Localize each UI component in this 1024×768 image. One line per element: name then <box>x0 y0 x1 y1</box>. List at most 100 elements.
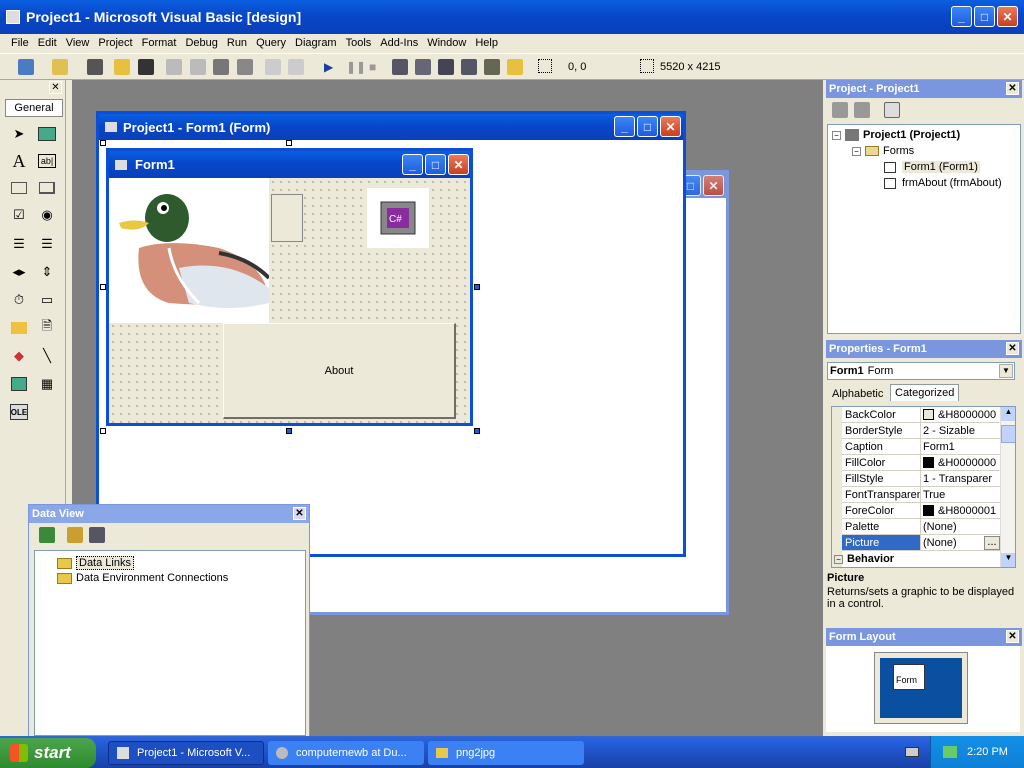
property-row[interactable]: Picture (None)... <box>842 535 1000 551</box>
menu-diagram[interactable]: Diagram <box>295 37 337 49</box>
shape-icon[interactable]: ◆ <box>8 345 30 367</box>
timer-icon[interactable]: ⏱ <box>8 289 30 311</box>
tree-item-form1[interactable]: Form1 (Form1) <box>884 161 980 173</box>
duck-image[interactable] <box>109 178 271 323</box>
property-row[interactable]: FillColor &H0000000 <box>842 455 1000 471</box>
add-form-icon[interactable] <box>52 59 68 75</box>
about-button[interactable]: About <box>223 323 456 419</box>
selection-handle[interactable] <box>100 284 106 290</box>
stop-icon[interactable]: ■ <box>369 60 376 74</box>
data-view-close-button[interactable]: ✕ <box>293 507 306 520</box>
ole-icon[interactable]: OLE <box>10 404 28 420</box>
tab-alphabetic[interactable]: Alphabetic <box>832 388 883 400</box>
project-explorer-icon[interactable] <box>392 59 408 75</box>
checkbox-icon[interactable]: ☑ <box>8 204 30 226</box>
selection-handle[interactable] <box>100 140 106 146</box>
toolbox-close-button[interactable]: ✕ <box>49 81 62 94</box>
property-row[interactable]: Palette (None) <box>842 519 1000 535</box>
form1-maximize-button[interactable]: □ <box>425 154 446 175</box>
find-icon[interactable] <box>237 59 253 75</box>
selection-handle[interactable] <box>474 428 480 434</box>
property-value[interactable]: (None)... <box>921 535 1000 550</box>
menu-tools[interactable]: Tools <box>346 37 372 49</box>
csharp-icon-image[interactable]: C# <box>367 188 429 248</box>
property-scrollbar[interactable]: ▲ ▼ <box>1000 407 1015 567</box>
refresh-icon[interactable] <box>39 527 55 543</box>
property-value[interactable]: (None) <box>921 519 1000 534</box>
start-button[interactable]: start <box>0 738 96 768</box>
tree-item-data-links[interactable]: Data Links <box>57 556 134 570</box>
menu-run[interactable]: Run <box>227 37 247 49</box>
copy-icon[interactable] <box>190 59 206 75</box>
label-icon[interactable]: A <box>8 150 30 172</box>
frmabout-close-button[interactable]: ✕ <box>703 175 724 196</box>
properties-window-icon[interactable] <box>415 59 431 75</box>
menu-window[interactable]: Window <box>427 37 466 49</box>
scroll-thumb[interactable] <box>1001 425 1015 443</box>
data-control-icon[interactable]: ▦ <box>36 373 58 395</box>
form1-client-area[interactable]: C# About <box>109 178 470 423</box>
property-row[interactable]: BackColor &H8000000 <box>842 407 1000 423</box>
menu-format[interactable]: Format <box>142 37 177 49</box>
add-data-link-icon[interactable] <box>67 527 83 543</box>
property-row[interactable]: ForeColor &H8000001 <box>842 503 1000 519</box>
property-value[interactable]: 2 - Sizable <box>921 423 1000 438</box>
drivelistbox-icon[interactable]: ▭ <box>36 289 58 311</box>
paste-icon[interactable] <box>213 59 229 75</box>
designer-minimize-button[interactable]: _ <box>614 116 635 137</box>
designer-close-button[interactable]: ✕ <box>660 116 681 137</box>
image-icon[interactable] <box>8 373 30 395</box>
view-code-icon[interactable] <box>832 102 848 118</box>
maximize-button[interactable]: □ <box>974 6 995 27</box>
property-value[interactable]: &H8000000 <box>921 407 1000 422</box>
view-object-icon[interactable] <box>854 102 870 118</box>
hscrollbar-icon[interactable]: ◂▸ <box>8 261 30 283</box>
picturebox-icon[interactable] <box>36 123 58 145</box>
taskbar-button-vb[interactable]: Project1 - Microsoft V... <box>108 741 264 765</box>
commandbutton-icon[interactable] <box>36 177 58 199</box>
property-row[interactable]: FontTransparen True <box>842 487 1000 503</box>
menu-project[interactable]: Project <box>98 37 132 49</box>
form1-minimize-button[interactable]: _ <box>402 154 423 175</box>
object-selector[interactable]: Form1 Form ▼ <box>827 362 1015 380</box>
vscrollbar-icon[interactable]: ⇕ <box>36 261 58 283</box>
add-project-icon[interactable] <box>18 59 34 75</box>
keyboard-icon[interactable] <box>905 747 919 757</box>
pointer-icon[interactable]: ➤ <box>8 123 30 145</box>
form-layout-close-button[interactable]: ✕ <box>1006 630 1019 643</box>
ellipsis-button[interactable]: ... <box>984 535 1000 550</box>
property-value[interactable]: 1 - Transparer <box>921 471 1000 486</box>
property-value[interactable]: Form1 <box>921 439 1000 454</box>
dirlistbox-icon[interactable] <box>8 317 30 339</box>
scroll-up-icon[interactable]: ▲ <box>1001 407 1015 421</box>
form1[interactable]: Form1 _ □ ✕ C# About <box>106 148 473 426</box>
selection-handle[interactable] <box>100 428 106 434</box>
taskbar-button-png2jpg[interactable]: png2jpg <box>428 741 584 765</box>
close-button[interactable]: ✕ <box>997 6 1018 27</box>
tree-item-data-environment-connections[interactable]: Data Environment Connections <box>57 572 228 584</box>
menu-file[interactable]: File <box>11 37 29 49</box>
selection-handle[interactable] <box>474 284 480 290</box>
menu-editor-icon[interactable] <box>87 59 103 75</box>
combobox-icon[interactable]: ☰ <box>8 233 30 255</box>
property-row[interactable]: Caption Form1 <box>842 439 1000 455</box>
property-value[interactable]: True <box>921 487 1000 502</box>
toggle-folders-icon[interactable] <box>884 102 900 118</box>
property-value[interactable]: &H0000000 <box>921 455 1000 470</box>
filelistbox-icon[interactable]: 🗎 <box>36 317 58 339</box>
add-data-environment-icon[interactable] <box>89 527 105 543</box>
menu-addins[interactable]: Add-Ins <box>380 37 418 49</box>
menu-query[interactable]: Query <box>256 37 286 49</box>
menu-debug[interactable]: Debug <box>185 37 217 49</box>
textbox-icon[interactable]: ab| <box>38 154 56 168</box>
selection-handle[interactable] <box>286 428 292 434</box>
object-browser-icon[interactable] <box>461 59 477 75</box>
run-icon[interactable]: ▶ <box>324 60 333 74</box>
scroll-down-icon[interactable]: ▼ <box>1001 553 1015 567</box>
line-icon[interactable]: ╲ <box>36 345 58 367</box>
toolbox-icon[interactable] <box>484 59 500 75</box>
form-layout-icon[interactable] <box>438 59 454 75</box>
undo-icon[interactable] <box>265 59 281 75</box>
open-folder-icon[interactable] <box>114 59 130 75</box>
tab-categorized[interactable]: Categorized <box>890 384 960 401</box>
